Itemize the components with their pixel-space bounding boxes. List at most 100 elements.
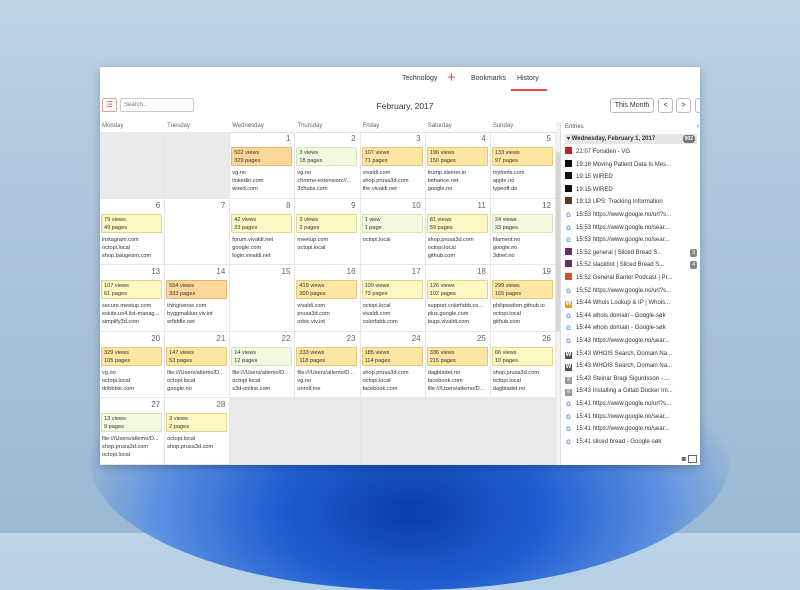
top-site-link[interactable]: dribbble.com bbox=[102, 385, 134, 393]
day-stats-box[interactable]: 299 views 165 pages bbox=[491, 280, 553, 300]
top-site-link[interactable]: octopi.local bbox=[167, 377, 224, 385]
calendar-day-cell[interactable]: 28 3 views 2 pages octopi.local shop.prusa3d… bbox=[165, 398, 231, 465]
day-stats-box[interactable]: 3 views 2 pages bbox=[296, 213, 358, 233]
calendar-day-cell[interactable]: 21 147 views 53 pages file:///Users/atlemo/… bbox=[165, 331, 231, 399]
top-site-link[interactable]: google.no bbox=[167, 385, 224, 393]
camera-icon[interactable]: ◙ bbox=[682, 456, 686, 463]
calendar-day-cell[interactable]: 4 196 views 150 pages trump.steiner.io behan… bbox=[425, 132, 491, 199]
history-entry[interactable]: 19:13 UPS: Tracking Information bbox=[565, 196, 697, 209]
top-site-link[interactable]: meetup.com bbox=[297, 236, 328, 244]
top-site-link[interactable]: support.colorfabb.co... bbox=[428, 302, 483, 310]
top-site-link[interactable]: login.vivaldi.net bbox=[232, 252, 273, 260]
day-stats-box[interactable]: 196 views 150 pages bbox=[426, 147, 488, 166]
top-site-link[interactable]: octopi.local bbox=[363, 377, 409, 385]
day-stats-box[interactable]: 1 view 1 page bbox=[361, 213, 423, 233]
day-stats-box[interactable]: 66 views 10 pages bbox=[491, 346, 553, 366]
chevron-right-icon[interactable]: › bbox=[697, 123, 699, 130]
history-entry[interactable]: W 15:43 WHOIS Search, Domain Na... bbox=[565, 348, 697, 361]
top-site-link[interactable]: chrome-extension://... bbox=[297, 177, 351, 185]
prev-month-button[interactable]: < bbox=[658, 98, 673, 113]
day-stats-box[interactable]: 100 views 73 pages bbox=[361, 280, 423, 300]
day-stats-box[interactable]: 133 views 97 pages bbox=[491, 147, 553, 166]
calendar-day-cell[interactable]: 27 13 views 9 pages file:///Users/atlemo/D.… bbox=[100, 398, 166, 465]
calendar-day-cell[interactable]: 20 329 views 105 pages vg.no octopi.local dri… bbox=[100, 331, 166, 399]
history-entry[interactable]: W 15:44 Whois Lookup & IP | Whois... bbox=[565, 297, 697, 310]
history-entry[interactable]: G 15:53 https://www.google.no/sear... bbox=[565, 222, 697, 235]
history-entry[interactable]: G 15:41 https://www.google.no/url?s... bbox=[565, 398, 697, 411]
top-site-link[interactable]: eskite.us4.list-manag... bbox=[102, 310, 159, 318]
top-site-link[interactable]: vivaldi.com bbox=[297, 302, 329, 310]
history-entry[interactable]: 15:52 General Banter Podcast | Pr... bbox=[565, 272, 697, 285]
top-site-link[interactable]: erfiddle.net bbox=[167, 318, 213, 326]
top-site-link[interactable]: octopi.local bbox=[363, 302, 398, 310]
calendar-day-cell[interactable]: 17 100 views 73 pages octopi.local vivaldi.c… bbox=[360, 265, 426, 332]
next-month-button[interactable]: > bbox=[676, 98, 691, 113]
calendar-day-cell[interactable]: 9 3 views 2 pages meetup.com octopi.local bbox=[295, 198, 361, 266]
history-entry[interactable]: G 15:53 https://www.google.no/sear... bbox=[565, 234, 697, 247]
top-site-link[interactable]: shop.prusa3d.com bbox=[102, 443, 159, 451]
top-site-link[interactable]: google.no bbox=[428, 185, 466, 193]
top-site-link[interactable]: octopi.local bbox=[232, 377, 289, 385]
calendar-day-cell[interactable]: 5 133 views 97 pages myfonts.com apple.no typ… bbox=[490, 132, 556, 199]
top-site-link[interactable]: vivaldi.com bbox=[363, 169, 409, 177]
top-site-link[interactable]: file:///Users/atlemo/D... bbox=[167, 369, 224, 377]
top-site-link[interactable]: vg.no bbox=[102, 369, 134, 377]
history-entry[interactable]: G 15:44 whois domain - Google-søk bbox=[565, 310, 697, 323]
calendar-day-cell[interactable]: 10 1 view 1 page octopi.local bbox=[360, 198, 426, 266]
day-stats-box[interactable]: 81 views 59 pages bbox=[426, 213, 488, 233]
tab-bookmarks[interactable]: Bookmarks bbox=[471, 75, 506, 82]
day-stats-box[interactable]: 3 views 2 pages bbox=[166, 413, 228, 433]
calendar-day-cell[interactable]: 14 554 views 333 pages thingiverse.com byggm… bbox=[165, 265, 231, 332]
calendar-day-cell[interactable]: 15 bbox=[230, 265, 296, 332]
top-site-link[interactable]: github.com bbox=[493, 318, 545, 326]
calendar-day-cell[interactable]: 25 336 views 215 pages dagbladet.no facebook… bbox=[425, 331, 491, 399]
top-site-link[interactable]: s3d-online.com bbox=[232, 385, 289, 393]
top-site-link[interactable]: byggmakker.viv.int bbox=[167, 310, 213, 318]
top-site-link[interactable]: 3chubs.com bbox=[297, 185, 351, 193]
top-site-link[interactable]: vg.no bbox=[232, 169, 263, 177]
day-stats-box[interactable]: 107 views 61 pages bbox=[101, 280, 162, 300]
top-site-link[interactable]: octopi.local bbox=[363, 236, 391, 244]
top-site-link[interactable]: plus.google.com bbox=[428, 310, 483, 318]
day-stats-box[interactable]: 79 views 49 pages bbox=[101, 213, 162, 233]
top-site-link[interactable]: philipwelton.github.io bbox=[493, 302, 545, 310]
history-entry[interactable]: G 15:52 https://www.google.no/url?s... bbox=[565, 285, 697, 298]
filter-list-icon[interactable]: ☰ bbox=[102, 98, 117, 112]
day-stats-box[interactable]: 502 views 329 pages bbox=[231, 147, 293, 166]
calendar-day-cell[interactable]: 3 107 views 71 pages vivaldi.com shop.prusa3… bbox=[360, 132, 426, 199]
day-stats-box[interactable]: 329 views 105 pages bbox=[101, 346, 162, 366]
top-site-link[interactable]: octopi.local bbox=[167, 435, 213, 443]
day-stats-box[interactable]: 419 views 300 pages bbox=[296, 280, 358, 300]
top-site-link[interactable]: 3dnet.no bbox=[493, 252, 520, 260]
top-site-link[interactable]: thingiverse.com bbox=[167, 302, 213, 310]
day-stats-box[interactable]: 107 views 71 pages bbox=[361, 147, 423, 166]
top-site-link[interactable]: trump.steiner.io bbox=[428, 169, 466, 177]
tab-technology[interactable]: Technology bbox=[402, 75, 437, 82]
top-site-link[interactable]: orbic.viv.int bbox=[297, 318, 329, 326]
top-site-link[interactable]: octopi.local bbox=[493, 310, 545, 318]
day-stats-box[interactable]: 42 views 33 pages bbox=[231, 213, 293, 233]
top-site-link[interactable]: myfonts.com bbox=[493, 169, 525, 177]
day-stats-box[interactable]: 147 views 53 pages bbox=[166, 346, 228, 366]
top-site-link[interactable]: shop.prusa3d.com bbox=[493, 369, 539, 377]
top-site-link[interactable]: google.no bbox=[493, 244, 520, 252]
calendar-day-cell[interactable]: 1 502 views 329 pages vg.no linkedin.com wire… bbox=[230, 132, 296, 199]
history-entry[interactable]: G 15:53 https://www.google.no/url?s... bbox=[565, 209, 697, 222]
top-site-link[interactable]: file:///Users/atlemo/D... bbox=[232, 369, 289, 377]
top-site-link[interactable]: linkedin.com bbox=[232, 177, 263, 185]
history-entry[interactable]: ≡ 15:43 Installing a Gitlab Docker Im... bbox=[565, 385, 697, 398]
calendar-day-cell[interactable]: 12 24 views 23 pages filament.no google.no 3d… bbox=[490, 198, 556, 266]
top-site-link[interactable]: filament.no bbox=[493, 236, 520, 244]
history-entry[interactable]: 15:52 general | Sliced Bread S... 3 bbox=[565, 247, 697, 260]
calendar-day-cell[interactable]: 11 81 views 59 pages shop.prusa3d.com octopi… bbox=[425, 198, 491, 266]
day-stats-box[interactable]: 14 views 12 pages bbox=[231, 346, 293, 366]
top-site-link[interactable]: shop.prusa3d.com bbox=[363, 177, 409, 185]
history-entry[interactable]: 19:15 WIRED bbox=[565, 184, 697, 197]
top-site-link[interactable]: unroll.me bbox=[297, 385, 354, 393]
history-entry[interactable]: G 15:41 sliced bread - Google-søk bbox=[565, 436, 697, 449]
day-stats-box[interactable]: 126 views 102 pages bbox=[426, 280, 488, 300]
top-site-link[interactable]: the.vivaldi.net bbox=[363, 185, 409, 193]
top-site-link[interactable]: simplify3d.com bbox=[102, 318, 159, 326]
calendar-day-cell[interactable]: 26 66 views 10 pages shop.prusa3d.com octopi… bbox=[490, 331, 556, 399]
history-entry[interactable]: W 15:43 WHOIS Search, Domain Na... bbox=[565, 360, 697, 373]
